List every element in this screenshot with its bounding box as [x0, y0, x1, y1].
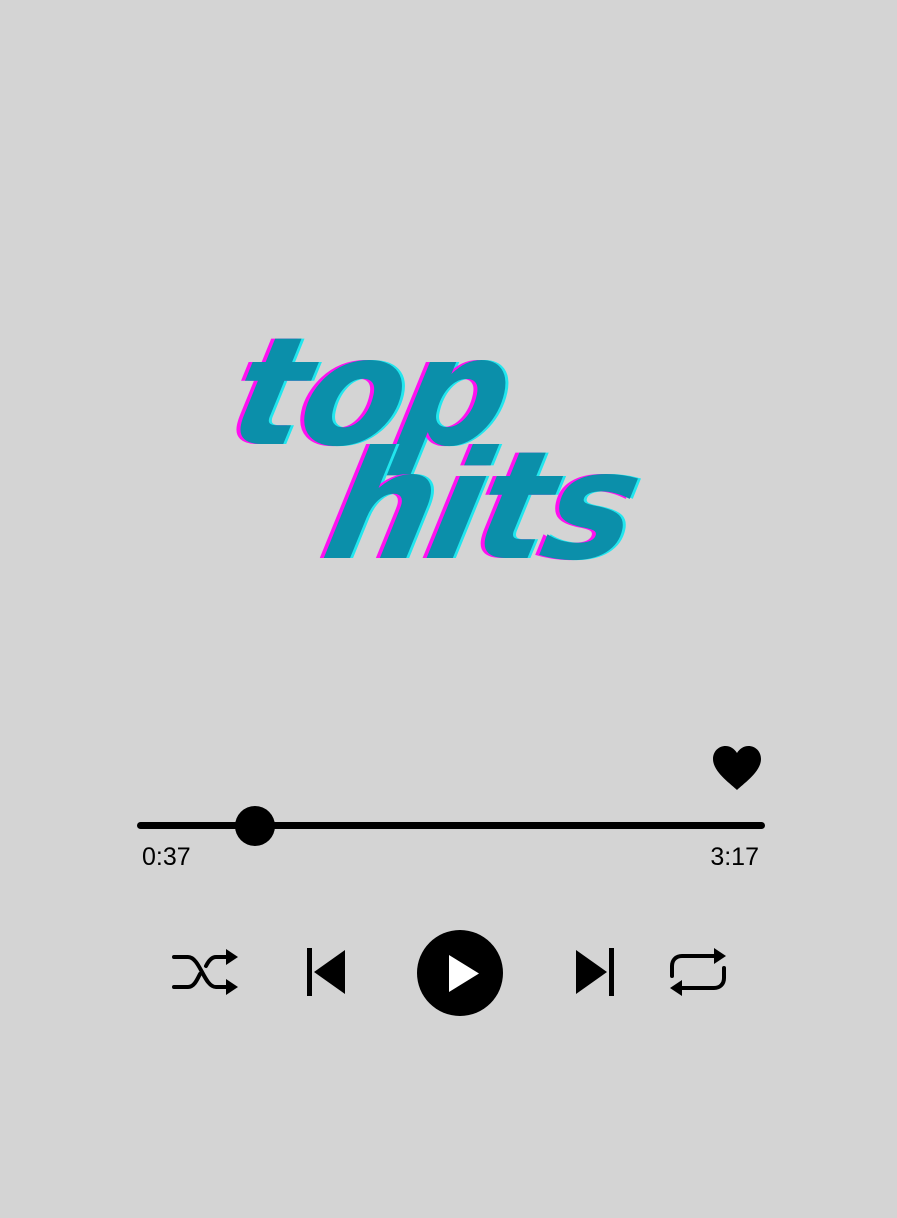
music-player-screen: top hits 0:37 3:17 — [0, 0, 897, 1218]
logo-word-hits: hits — [311, 420, 652, 594]
next-button[interactable] — [574, 946, 616, 998]
progress-bar[interactable] — [137, 804, 765, 848]
like-button[interactable] — [711, 744, 763, 792]
repeat-button[interactable] — [666, 944, 730, 1000]
progress-track — [137, 822, 765, 829]
progress-thumb[interactable] — [235, 806, 276, 846]
repeat-icon — [670, 948, 726, 996]
previous-button[interactable] — [305, 946, 347, 998]
play-button[interactable] — [415, 928, 505, 1018]
album-art-logo: top hits — [0, 0, 897, 1218]
elapsed-time: 0:37 — [142, 843, 191, 871]
total-duration: 3:17 — [710, 843, 759, 871]
play-icon — [417, 930, 503, 1016]
heart-icon — [713, 746, 761, 790]
shuffle-icon — [172, 949, 238, 995]
logo-word-top: top — [217, 306, 525, 480]
skip-next-icon — [576, 948, 614, 996]
shuffle-button[interactable] — [170, 944, 240, 1000]
skip-previous-icon — [307, 948, 345, 996]
